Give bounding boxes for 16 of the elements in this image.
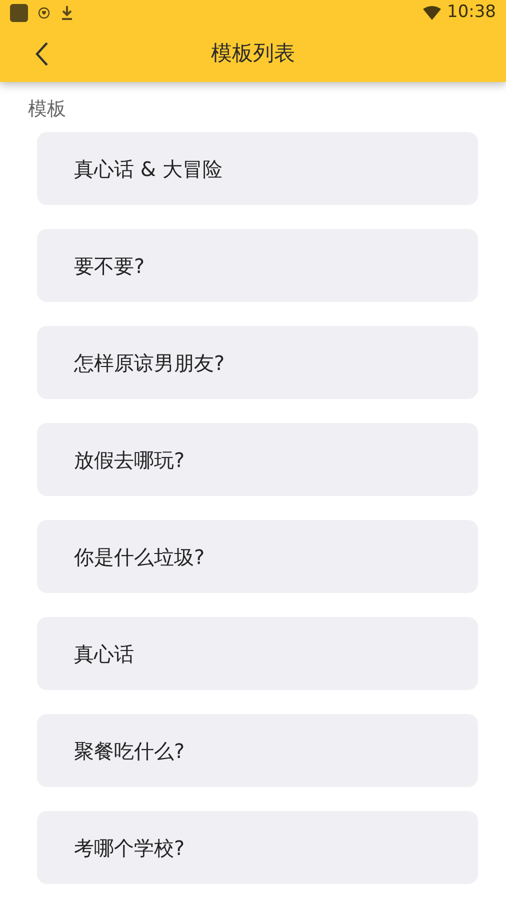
status-time: 10:38: [447, 1, 496, 24]
template-item[interactable]: 放假去哪玩?: [37, 423, 478, 496]
template-item[interactable]: 考哪个学校?: [37, 811, 478, 884]
shield-icon: [38, 7, 50, 19]
page-title: 模板列表: [211, 40, 295, 68]
download-icon: [60, 5, 74, 21]
template-item[interactable]: 真心话: [37, 617, 478, 690]
template-item[interactable]: 你是什么垃圾?: [37, 520, 478, 593]
section-label: 模板: [27, 97, 67, 122]
notification-icon: [10, 4, 28, 22]
template-item[interactable]: 聚餐吃什么?: [37, 714, 478, 787]
template-item[interactable]: 怎样原谅男朋友?: [37, 326, 478, 399]
wifi-icon: [423, 6, 441, 20]
back-icon: [35, 41, 49, 67]
template-item[interactable]: 真心话 & 大冒险: [37, 132, 478, 205]
template-item[interactable]: 要不要?: [37, 229, 478, 302]
